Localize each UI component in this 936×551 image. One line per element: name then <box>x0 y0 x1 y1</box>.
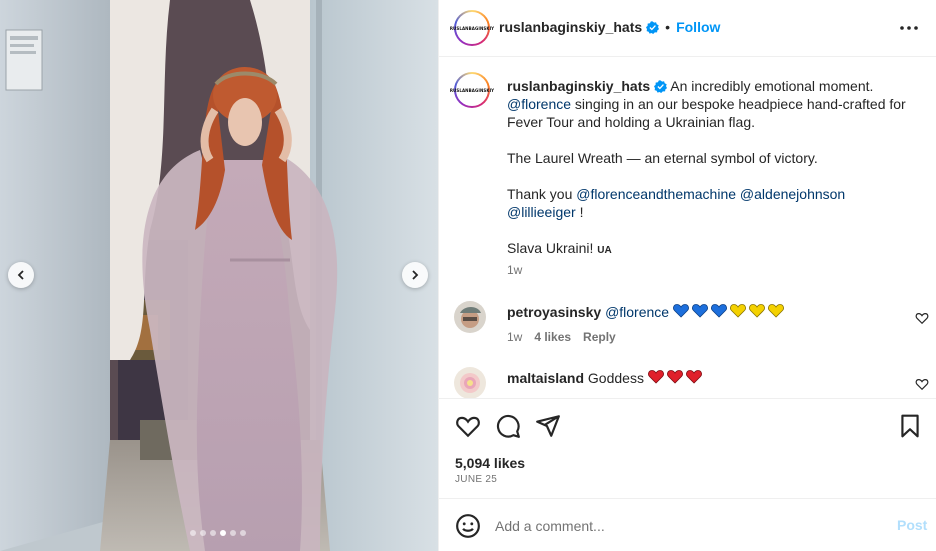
comment-meta: 1w 4 likes Reply <box>507 330 616 344</box>
carousel-indicator <box>190 530 246 536</box>
comment-input[interactable] <box>495 515 875 537</box>
caption-username[interactable]: ruslanbaginskiy_hats <box>507 78 650 94</box>
follow-button[interactable]: Follow <box>676 19 720 35</box>
blue-heart-emoji <box>673 304 689 318</box>
previous-slide-button[interactable] <box>8 262 34 288</box>
heart-emojis <box>647 370 702 384</box>
carousel-dot-active <box>220 530 226 536</box>
carousel-dot <box>210 530 216 536</box>
comment-like-heart-icon[interactable] <box>915 311 929 325</box>
mention-florence[interactable]: @florence <box>507 96 571 112</box>
mention-lillieeiger[interactable]: @lillieeiger <box>507 204 576 220</box>
post-header: RUSLANBAGINSKIY ruslanbaginskiy_hats • F… <box>439 0 936 57</box>
chevron-right-icon <box>412 270 419 280</box>
header-username[interactable]: ruslanbaginskiy_hats <box>499 19 642 35</box>
caption-timestamp[interactable]: 1w <box>507 263 522 277</box>
caption-line-1: An incredibly emotional moment. <box>670 78 874 94</box>
mention-florenceandthemachine[interactable]: @florenceandthemachine <box>576 186 736 202</box>
chevron-left-icon <box>17 270 24 280</box>
heart-emojis <box>673 304 784 318</box>
comment-avatar[interactable] <box>454 301 486 333</box>
comment-text: petroyasinsky @florence <box>507 303 787 320</box>
carousel-dot <box>200 530 206 536</box>
post-date: JUNE 25 <box>455 474 498 485</box>
heart-icon[interactable] <box>455 413 481 439</box>
post-comment-button[interactable]: Post <box>897 517 927 533</box>
more-options-button[interactable] <box>897 18 921 38</box>
verified-badge-icon <box>646 20 660 34</box>
caption-text: ruslanbaginskiy_hats An incredibly emoti… <box>507 77 917 260</box>
dot-separator: • <box>665 19 671 35</box>
avatar[interactable]: RUSLANBAGINSKIY <box>450 10 494 46</box>
more-icon <box>900 26 918 30</box>
add-comment-bar: Post <box>439 498 936 551</box>
post-media <box>0 0 438 551</box>
comment-username[interactable]: maltaisland <box>507 370 584 386</box>
like-count[interactable]: 5,094 likes <box>455 455 525 471</box>
caption-thanks: Thank you <box>507 186 573 202</box>
caption-thanks-end: ! <box>579 204 584 220</box>
comment-body: Goddess <box>587 370 644 386</box>
comment-icon[interactable] <box>495 413 521 439</box>
emoji-icon[interactable] <box>455 513 481 539</box>
comment-text: maltaisland Goddess <box>507 369 705 386</box>
post-sidebar: RUSLANBAGINSKIY ruslanbaginskiy_hats • F… <box>438 0 936 551</box>
caption-paragraph-4: Slava Ukraini! <box>507 240 594 256</box>
mention-aldenejohnson[interactable]: @aldenejohnson <box>740 186 845 202</box>
share-icon[interactable] <box>535 413 561 439</box>
comment-mention[interactable]: @florence <box>605 304 669 320</box>
comment-likes[interactable]: 4 likes <box>534 330 571 344</box>
bookmark-icon[interactable] <box>897 413 923 439</box>
country-code-ua: UA <box>597 245 612 256</box>
carousel-dot <box>240 530 246 536</box>
action-bar <box>439 398 936 450</box>
comment-avatar[interactable] <box>454 367 486 399</box>
comment-like-heart-icon[interactable] <box>915 377 929 391</box>
instagram-post: RUSLANBAGINSKIY ruslanbaginskiy_hats • F… <box>0 0 936 551</box>
avatar-logo-text: RUSLANBAGINSKIY <box>449 25 495 31</box>
reply-button[interactable]: Reply <box>583 330 616 344</box>
avatar-logo-text: RUSLANBAGINSKIY <box>449 87 495 93</box>
comment-username[interactable]: petroyasinsky <box>507 304 601 320</box>
comment-timestamp[interactable]: 1w <box>507 330 522 344</box>
carousel-dot <box>190 530 196 536</box>
red-heart-emoji <box>647 370 664 384</box>
post-photo <box>0 0 438 551</box>
next-slide-button[interactable] <box>402 262 428 288</box>
carousel-dot <box>230 530 236 536</box>
verified-badge-icon <box>654 80 668 93</box>
caption-paragraph-2: The Laurel Wreath — an eternal symbol of… <box>507 150 818 166</box>
caption-avatar[interactable]: RUSLANBAGINSKIY <box>450 72 494 108</box>
